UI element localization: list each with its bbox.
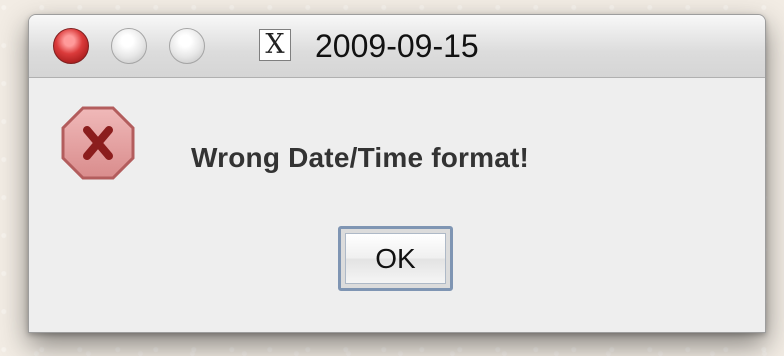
close-window-button[interactable] bbox=[53, 28, 89, 64]
dialog-content: Wrong Date/Time format! OK bbox=[29, 78, 765, 332]
document-proxy-icon[interactable]: X bbox=[259, 29, 291, 61]
error-dialog-window: X 2009-09-15 Wrong Date/Time format! OK bbox=[28, 14, 766, 333]
zoom-window-button[interactable] bbox=[169, 28, 205, 64]
ok-button[interactable]: OK bbox=[338, 226, 453, 291]
ok-button-label: OK bbox=[345, 233, 446, 284]
minimize-window-button[interactable] bbox=[111, 28, 147, 64]
error-message: Wrong Date/Time format! bbox=[191, 142, 530, 173]
title-bar[interactable]: X 2009-09-15 bbox=[29, 15, 765, 78]
error-stop-icon bbox=[61, 106, 135, 180]
window-title: 2009-09-15 bbox=[315, 28, 479, 64]
